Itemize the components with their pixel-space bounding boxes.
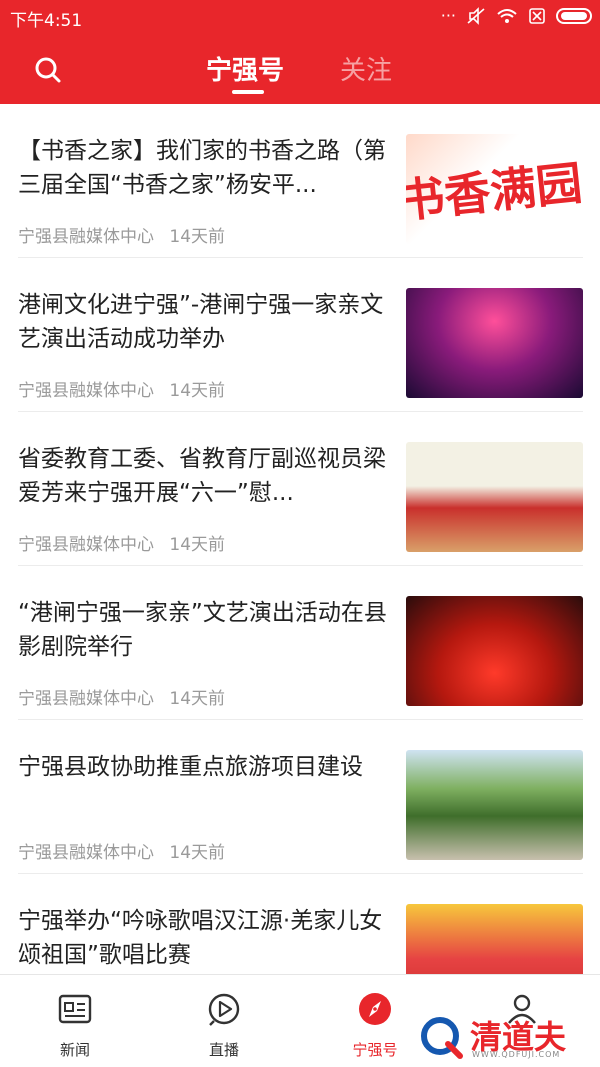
news-source: 宁强县融媒体中心 — [18, 535, 154, 555]
news-item[interactable]: 宁强县政协助推重点旅游项目建设 宁强县融媒体中心 14天前 — [0, 720, 600, 874]
tab-ningqianghao[interactable]: 宁强号 — [206, 50, 284, 87]
news-item[interactable]: 宁强举办“吟咏歌唱汉江源·羌家儿女颂祖国”歌唱比赛 — [0, 874, 600, 974]
thumbnail-banner-text: 书香满园 — [406, 155, 583, 229]
news-thumbnail — [406, 596, 583, 706]
news-source: 宁强县融媒体中心 — [18, 381, 154, 401]
status-time: 下午4:51 — [10, 11, 83, 31]
news-meta: 宁强县融媒体中心 14天前 — [18, 530, 225, 555]
news-title: 省委教育工委、省教育厅副巡视员梁爱芳来宁强开展“六一”慰... — [18, 446, 386, 506]
watermark-url: WWW.QDFUJI.COM — [472, 1050, 561, 1059]
silent-icon — [467, 6, 485, 25]
news-icon — [58, 994, 92, 1024]
tabbar-label: 宁强号 — [352, 1041, 398, 1059]
news-meta: 宁强县融媒体中心 14天前 — [18, 222, 225, 247]
news-item[interactable]: 港闸文化进宁强”-港闸宁强一家亲文艺演出活动成功举办 宁强县融媒体中心 14天前 — [0, 258, 600, 412]
top-navbar: 宁强号 关注 — [0, 32, 600, 104]
news-time: 14天前 — [169, 227, 226, 247]
news-time: 14天前 — [169, 689, 226, 709]
news-title: 港闸文化进宁强”-港闸宁强一家亲文艺演出活动成功举办 — [18, 292, 384, 352]
play-icon — [208, 993, 240, 1026]
news-thumbnail — [406, 750, 583, 860]
tab-follow[interactable]: 关注 — [340, 50, 392, 87]
battery-icon — [556, 7, 592, 24]
news-meta: 宁强县融媒体中心 14天前 — [18, 838, 225, 863]
news-item[interactable]: “港闸宁强一家亲”文艺演出活动在县影剧院举行 宁强县融媒体中心 14天前 — [0, 566, 600, 720]
watermark-logo: 清道夫 WWW.QDFUJI.COM — [420, 1017, 590, 1062]
tabbar-label: 直播 — [208, 1041, 239, 1059]
status-bar: 下午4:51 ··· — [0, 0, 600, 32]
news-time: 14天前 — [169, 843, 226, 863]
watermark-q-icon — [421, 1017, 463, 1059]
news-thumbnail — [406, 288, 583, 398]
news-thumbnail — [406, 904, 583, 974]
no-sim-icon — [529, 7, 545, 24]
news-time: 14天前 — [169, 381, 226, 401]
news-source: 宁强县融媒体中心 — [18, 227, 154, 247]
news-feed: 【书香之家】我们家的书香之路（第三届全国“书香之家”杨安平... 宁强县融媒体中… — [0, 104, 600, 974]
status-icons: ··· — [441, 6, 592, 25]
news-thumbnail: 书香满园 — [406, 134, 583, 244]
news-meta: 宁强县融媒体中心 14天前 — [18, 376, 225, 401]
news-thumbnail — [406, 442, 583, 552]
news-source: 宁强县融媒体中心 — [18, 843, 154, 863]
tabbar-item-live[interactable]: 直播 — [164, 975, 284, 1067]
tabbar-item-news[interactable]: 新闻 — [15, 975, 135, 1067]
news-time: 14天前 — [169, 535, 226, 555]
active-tab-indicator — [232, 90, 264, 94]
news-title: “港闸宁强一家亲”文艺演出活动在县影剧院举行 — [18, 600, 387, 660]
news-title: 宁强举办“吟咏歌唱汉江源·羌家儿女颂祖国”歌唱比赛 — [18, 908, 383, 968]
wifi-icon — [497, 8, 517, 23]
app-header: 下午4:51 ··· 宁强号 关注 — [0, 0, 600, 104]
search-icon[interactable] — [28, 50, 68, 90]
news-source: 宁强县融媒体中心 — [18, 689, 154, 709]
news-title: 【书香之家】我们家的书香之路（第三届全国“书香之家”杨安平... — [18, 138, 386, 198]
compass-icon — [359, 993, 391, 1025]
tabbar-item-ningqianghao[interactable]: 宁强号 — [315, 975, 435, 1067]
more-dots-icon: ··· — [440, 6, 456, 25]
tabbar-label: 新闻 — [59, 1041, 90, 1059]
news-meta: 宁强县融媒体中心 14天前 — [18, 684, 225, 709]
news-title: 宁强县政协助推重点旅游项目建设 — [18, 754, 363, 780]
news-item[interactable]: 省委教育工委、省教育厅副巡视员梁爱芳来宁强开展“六一”慰... 宁强县融媒体中心… — [0, 412, 600, 566]
news-item[interactable]: 【书香之家】我们家的书香之路（第三届全国“书香之家”杨安平... 宁强县融媒体中… — [0, 104, 600, 258]
